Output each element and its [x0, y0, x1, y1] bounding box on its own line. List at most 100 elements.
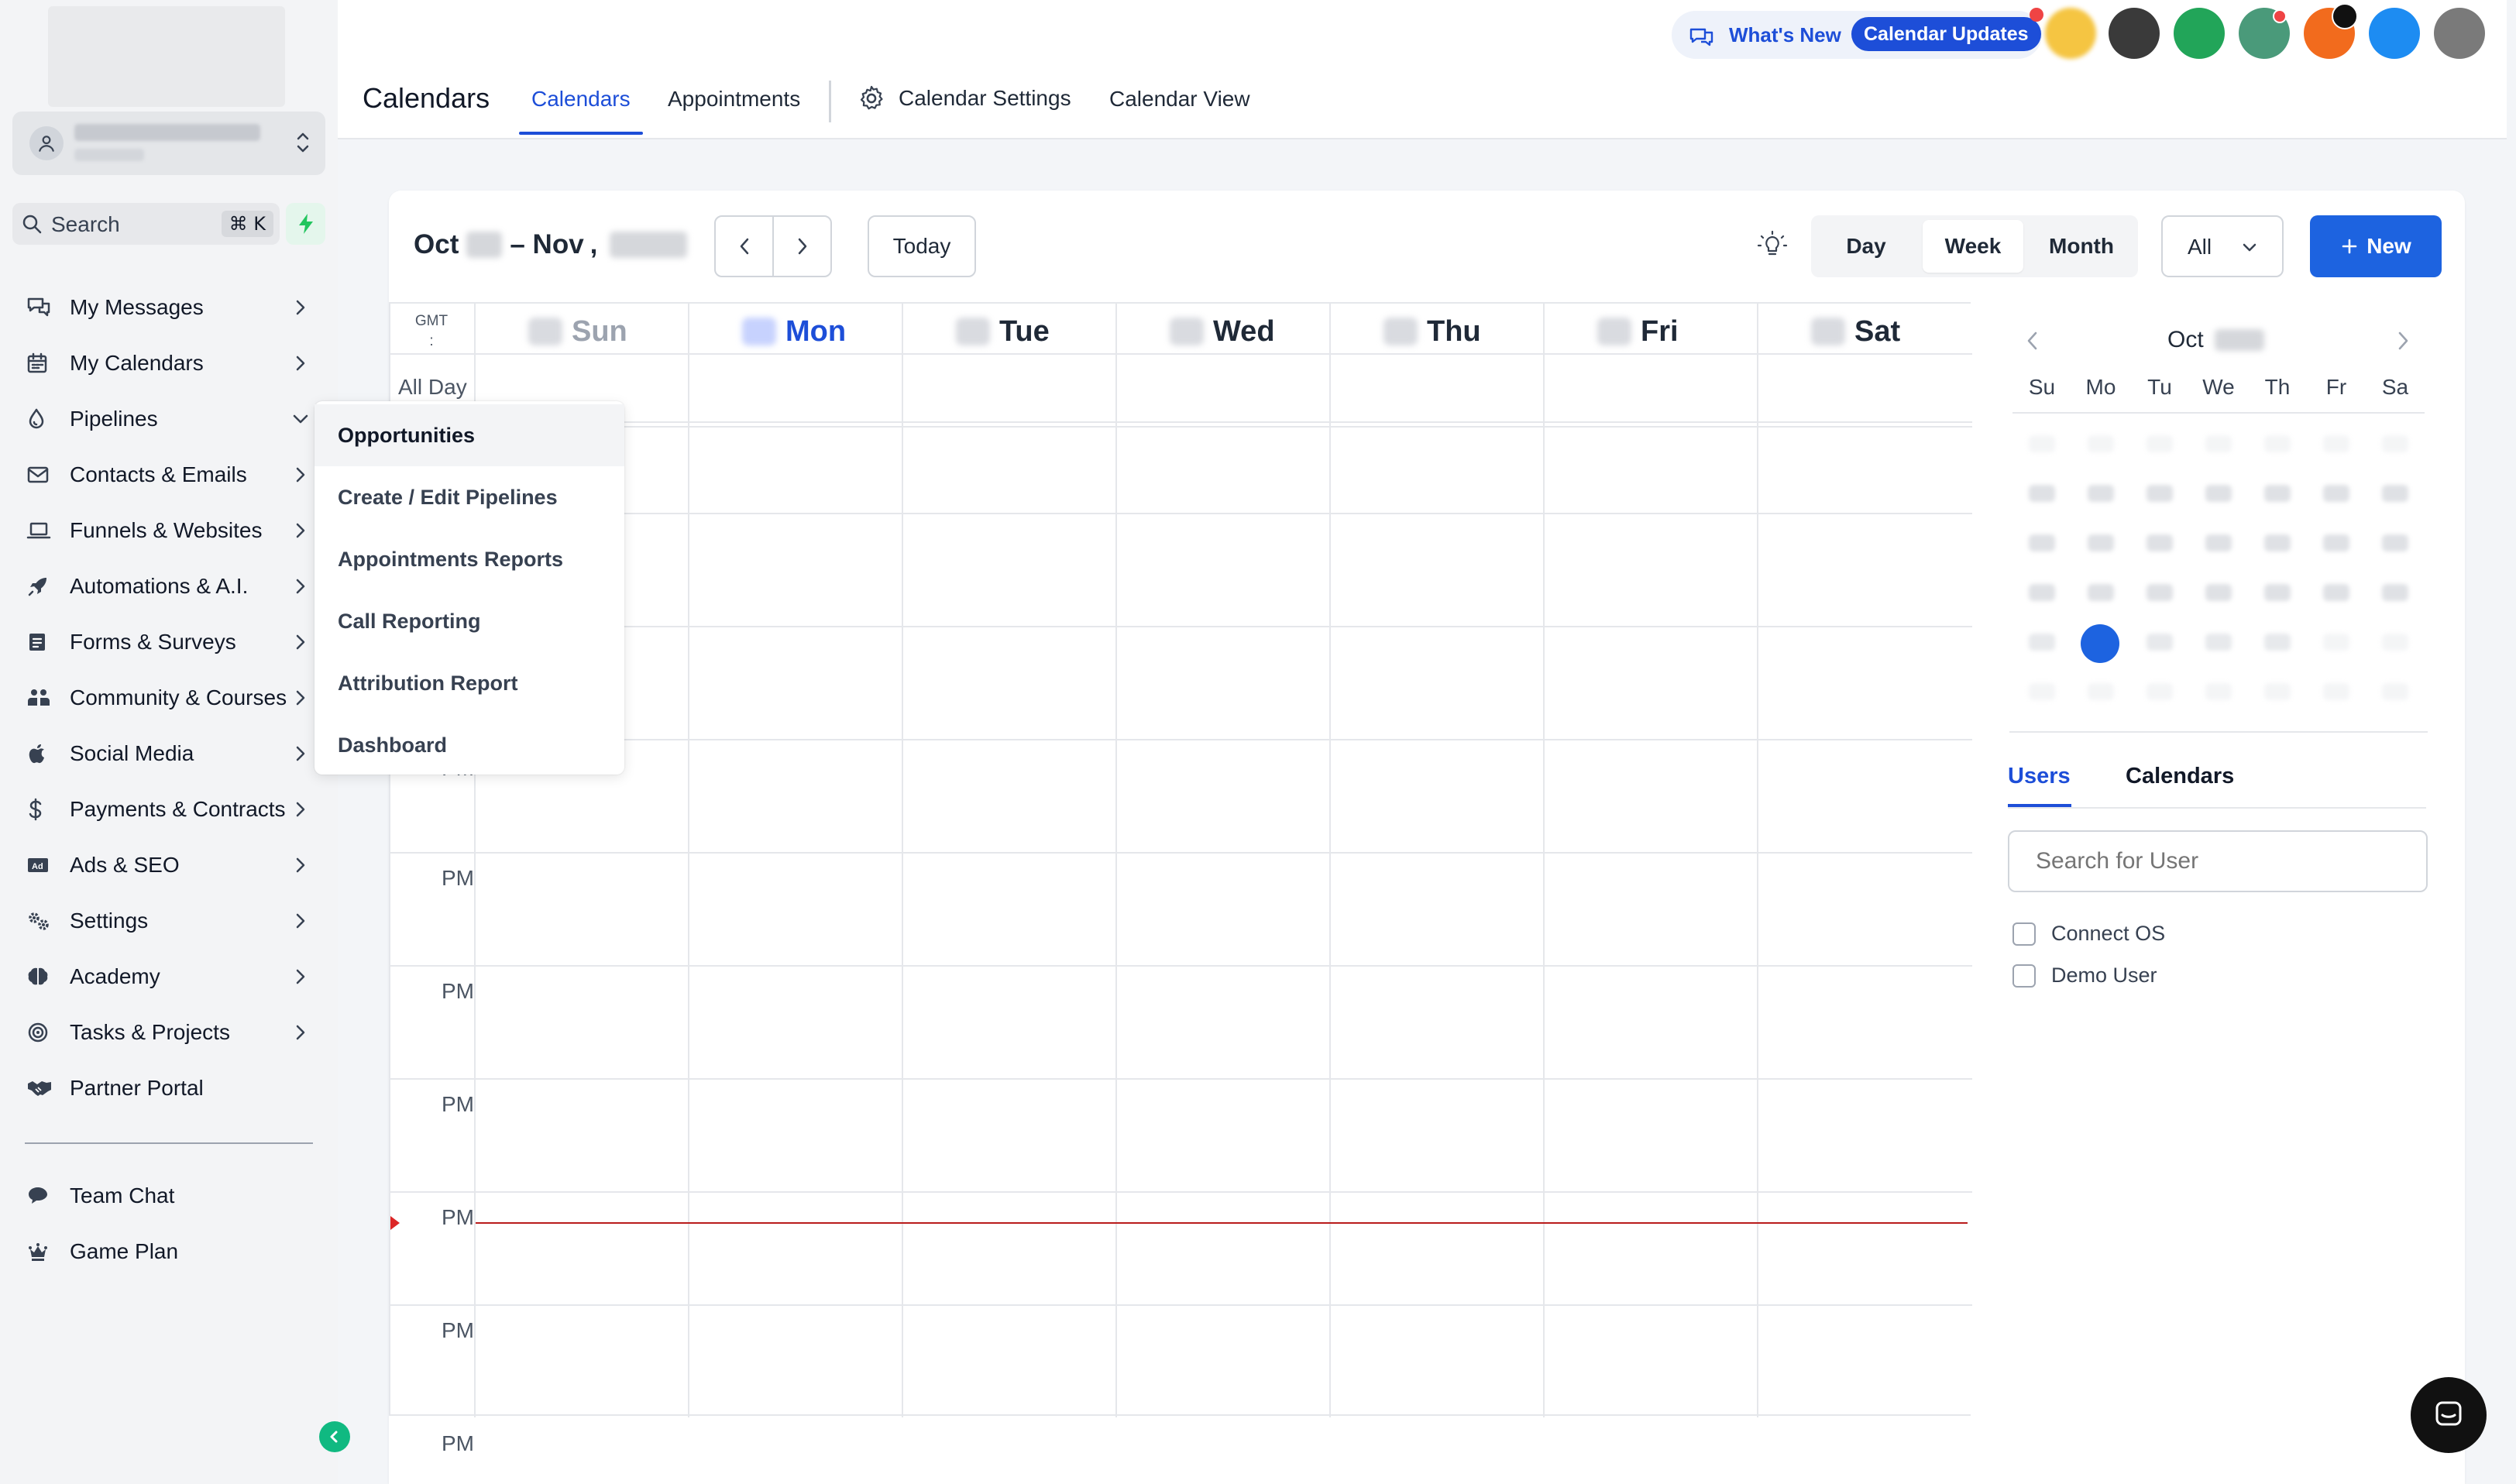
- mini-calendar-day[interactable]: [2264, 584, 2291, 601]
- view-day-button[interactable]: Day: [1816, 220, 1916, 273]
- mini-calendar-day[interactable]: [2264, 435, 2291, 452]
- sidebar-item-pipelines[interactable]: Pipelines: [26, 401, 314, 437]
- mini-calendar-day[interactable]: [2382, 534, 2408, 551]
- menu-item-dashboard[interactable]: Dashboard: [314, 714, 624, 776]
- sidebar-item-team-chat[interactable]: Team Chat: [26, 1178, 314, 1214]
- mini-calendar-day[interactable]: [2029, 634, 2055, 651]
- mini-calendar-day[interactable]: [2088, 683, 2114, 700]
- view-week-button[interactable]: Week: [1923, 220, 2023, 273]
- collapse-sidebar-button[interactable]: [319, 1421, 350, 1452]
- view-month-button[interactable]: Month: [2030, 220, 2133, 273]
- mini-calendar-day[interactable]: [2205, 534, 2232, 551]
- menu-item-appointments-reports[interactable]: Appointments Reports: [314, 528, 624, 590]
- mini-calendar-day[interactable]: [2264, 485, 2291, 502]
- sidebar-item-social-media[interactable]: Social Media: [26, 736, 314, 771]
- user-avatar[interactable]: [2045, 8, 2096, 59]
- user-avatar[interactable]: [2109, 8, 2160, 59]
- mini-calendar-day[interactable]: [2205, 485, 2232, 502]
- mini-prev-month-button[interactable]: [2023, 327, 2042, 355]
- sidebar-item-automations-and-a-i[interactable]: Automations & A.I.: [26, 569, 314, 604]
- user-avatar[interactable]: [2434, 8, 2485, 59]
- mini-calendar-day[interactable]: [2323, 683, 2349, 700]
- panel-tab-calendars[interactable]: Calendars: [2126, 764, 2234, 789]
- user-search-input[interactable]: [2008, 830, 2428, 892]
- chat-widget-button[interactable]: [2411, 1377, 2487, 1453]
- filter-select[interactable]: All: [2161, 215, 2284, 277]
- mini-calendar-selected-day[interactable]: [2081, 624, 2119, 663]
- mini-calendar-day[interactable]: [2029, 584, 2055, 601]
- mini-calendar-day[interactable]: [2147, 634, 2173, 651]
- mini-calendar-day[interactable]: [2264, 683, 2291, 700]
- sidebar-search[interactable]: Search ⌘ K: [12, 203, 280, 245]
- tab-appointments[interactable]: Appointments: [668, 87, 800, 112]
- panel-tab-users[interactable]: Users: [2008, 764, 2071, 789]
- mini-calendar-day[interactable]: [2264, 534, 2291, 551]
- calendar-updates-badge[interactable]: Calendar Updates: [1851, 17, 2041, 51]
- day-header-fri[interactable]: Fri: [1597, 314, 1679, 349]
- menu-item-call-reporting[interactable]: Call Reporting: [314, 590, 624, 652]
- tab-calendars[interactable]: Calendars: [531, 87, 631, 112]
- mini-calendar-day[interactable]: [2264, 634, 2291, 651]
- mini-calendar-day[interactable]: [2205, 435, 2232, 452]
- today-button[interactable]: Today: [868, 215, 976, 277]
- mini-calendar-day[interactable]: [2088, 435, 2114, 452]
- mini-calendar-day[interactable]: [2382, 435, 2408, 452]
- mini-calendar-day[interactable]: [2382, 584, 2408, 601]
- day-header-sat[interactable]: Sat: [1811, 314, 1900, 349]
- mini-calendar-day[interactable]: [2382, 485, 2408, 502]
- account-switcher[interactable]: [12, 112, 325, 175]
- mini-calendar-day[interactable]: [2323, 634, 2349, 651]
- mini-calendar-day[interactable]: [2147, 534, 2173, 551]
- sidebar-item-funnels-and-websites[interactable]: Funnels & Websites: [26, 513, 314, 548]
- day-header-mon[interactable]: Mon: [742, 314, 846, 349]
- sidebar-item-forms-and-surveys[interactable]: Forms & Surveys: [26, 624, 314, 660]
- menu-item-create-edit-pipelines[interactable]: Create / Edit Pipelines: [314, 466, 624, 528]
- user-checkbox-row[interactable]: Demo User: [2012, 964, 2157, 988]
- day-header-sun[interactable]: Sun: [528, 314, 627, 349]
- mini-calendar-day[interactable]: [2147, 584, 2173, 601]
- mini-calendar-day[interactable]: [2088, 584, 2114, 601]
- menu-item-attribution-report[interactable]: Attribution Report: [314, 652, 624, 714]
- previous-week-button[interactable]: [716, 217, 774, 276]
- quick-action-bolt-button[interactable]: [286, 203, 325, 245]
- mini-calendar-day[interactable]: [2205, 634, 2232, 651]
- user-avatar[interactable]: [2174, 8, 2225, 59]
- tab-calendar-settings[interactable]: Calendar Settings: [857, 84, 1071, 113]
- sidebar-item-ads-and-seo[interactable]: Ad Ads & SEO: [26, 847, 314, 883]
- mini-calendar-day[interactable]: [2382, 683, 2408, 700]
- sidebar-item-my-calendars[interactable]: My Calendars: [26, 345, 314, 381]
- sidebar-item-game-plan[interactable]: Game Plan: [26, 1234, 314, 1269]
- mini-calendar-day[interactable]: [2323, 435, 2349, 452]
- sidebar-item-academy[interactable]: Academy: [26, 959, 314, 994]
- mini-calendar-day[interactable]: [2147, 485, 2173, 502]
- mini-calendar-day[interactable]: [2147, 683, 2173, 700]
- next-week-button[interactable]: [774, 217, 830, 276]
- sidebar-item-contacts-and-emails[interactable]: Contacts & Emails: [26, 457, 314, 493]
- menu-item-opportunities[interactable]: Opportunities: [314, 404, 624, 466]
- user-checkbox[interactable]: [2012, 922, 2036, 946]
- mini-calendar-day[interactable]: [2323, 534, 2349, 551]
- sidebar-item-partner-portal[interactable]: Partner Portal: [26, 1070, 314, 1106]
- mini-calendar-day[interactable]: [2088, 534, 2114, 551]
- mini-calendar-day[interactable]: [2029, 485, 2055, 502]
- sidebar-item-my-messages[interactable]: My Messages: [26, 290, 314, 325]
- user-checkbox[interactable]: [2012, 964, 2036, 988]
- mini-calendar-day[interactable]: [2088, 485, 2114, 502]
- sidebar-item-settings[interactable]: Settings: [26, 903, 314, 939]
- day-header-wed[interactable]: Wed: [1170, 314, 1275, 349]
- mini-calendar-day[interactable]: [2382, 634, 2408, 651]
- sidebar-item-community-and-courses[interactable]: Community & Courses: [26, 680, 314, 716]
- mini-calendar-day[interactable]: [2323, 584, 2349, 601]
- mini-calendar-day[interactable]: [2029, 435, 2055, 452]
- day-header-tue[interactable]: Tue: [956, 314, 1050, 349]
- user-avatar[interactable]: [2369, 8, 2420, 59]
- lightbulb-icon[interactable]: [1755, 229, 1789, 263]
- mini-calendar-day[interactable]: [2029, 683, 2055, 700]
- mini-calendar-day[interactable]: [2205, 584, 2232, 601]
- mini-calendar-day[interactable]: [2029, 534, 2055, 551]
- mini-calendar-day[interactable]: [2147, 435, 2173, 452]
- mini-calendar-day[interactable]: [2323, 485, 2349, 502]
- mini-calendar-day[interactable]: [2205, 683, 2232, 700]
- new-appointment-button[interactable]: New: [2310, 215, 2442, 277]
- tab-calendar-view[interactable]: Calendar View: [1109, 87, 1250, 112]
